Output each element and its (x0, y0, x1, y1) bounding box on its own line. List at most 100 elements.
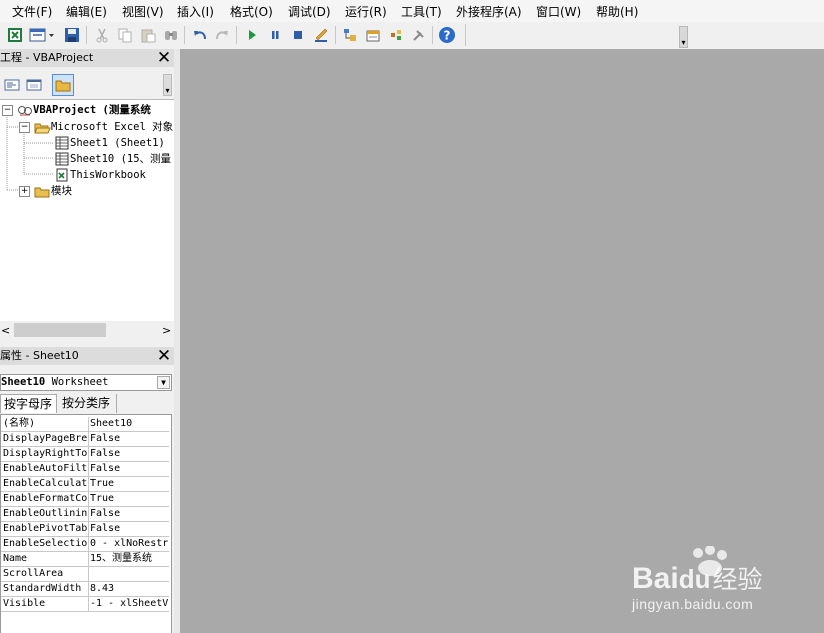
tree-item-modules[interactable]: + 模块 (19, 183, 72, 199)
object-selector[interactable]: Sheet10 Worksheet ▼ (0, 374, 172, 391)
toolbar-separator (184, 26, 185, 44)
properties-window-icon[interactable] (364, 26, 382, 44)
project-toolbar-grip[interactable]: ▾ (163, 74, 172, 96)
property-value[interactable]: -1 - xlSheetV (90, 597, 169, 611)
property-row[interactable]: Name 15、测量系统 (1, 552, 169, 567)
menu-view[interactable]: 视图(V) (122, 3, 164, 20)
property-row[interactable]: ScrollArea (1, 567, 169, 582)
property-value[interactable]: False (90, 507, 169, 521)
column-divider (88, 597, 89, 612)
property-row[interactable]: DisplayRightTo False (1, 447, 169, 462)
help-icon[interactable]: ? (438, 26, 456, 44)
cut-icon[interactable] (93, 26, 111, 44)
toolbar-separator (86, 26, 87, 44)
column-divider (88, 522, 89, 537)
column-divider (88, 552, 89, 567)
copy-icon[interactable] (116, 26, 134, 44)
property-value[interactable]: Sheet10 (90, 417, 169, 431)
view-object-icon[interactable] (25, 76, 43, 94)
property-value[interactable]: 0 - xlNoRestr (90, 537, 169, 551)
menu-addins[interactable]: 外接程序(A) (456, 3, 522, 20)
stop-icon[interactable] (289, 26, 307, 44)
toolbar-options-grip[interactable]: ▾ (679, 26, 688, 48)
object-browser-icon[interactable] (387, 26, 405, 44)
property-value[interactable]: True (90, 477, 169, 491)
toolbar-separator (236, 26, 237, 44)
property-value[interactable]: False (90, 522, 169, 536)
scroll-left-icon[interactable]: < (1, 324, 10, 337)
tab-alphabetic[interactable]: 按字母序 (0, 394, 57, 413)
project-pane-close-icon[interactable]: ✕ (156, 49, 172, 67)
property-value[interactable] (90, 567, 169, 581)
property-row[interactable]: DisplayPageBre False (1, 432, 169, 447)
property-row[interactable]: EnableSelectio 0 - xlNoRestr (1, 537, 169, 552)
find-icon[interactable] (162, 26, 180, 44)
tab-categorized[interactable]: 按分类序 (59, 394, 117, 413)
view-excel-icon[interactable] (6, 26, 24, 44)
property-row[interactable]: EnablePivotTab False (1, 522, 169, 537)
tree-label: 模块 (51, 185, 72, 197)
toolbox-icon[interactable] (410, 26, 428, 44)
expand-toggle[interactable]: + (19, 185, 30, 197)
property-value[interactable]: 8.43 (90, 582, 169, 596)
insert-userform-icon[interactable] (29, 26, 55, 44)
property-value[interactable]: False (90, 462, 169, 476)
menu-window[interactable]: 窗口(W) (536, 3, 581, 20)
property-row[interactable]: EnableOutlinin False (1, 507, 169, 522)
menu-insert[interactable]: 插入(I) (177, 3, 214, 20)
property-row[interactable]: Visible -1 - xlSheetV (1, 597, 169, 612)
property-row[interactable]: EnableCalculat True (1, 477, 169, 492)
tree-item-excel-objects[interactable]: − Microsoft Excel 对象 (19, 119, 173, 135)
view-code-icon[interactable] (3, 76, 21, 94)
property-value[interactable]: 15、测量系统 (90, 552, 169, 566)
project-horizontal-scrollbar[interactable]: < > (0, 321, 174, 339)
properties-pane-close-icon[interactable]: ✕ (156, 347, 172, 365)
menu-run[interactable]: 运行(R) (345, 3, 387, 20)
property-row[interactable]: EnableFormatCo True (1, 492, 169, 507)
paste-icon[interactable] (139, 26, 157, 44)
properties-tabs: 按字母序 按分类序 (0, 394, 174, 414)
properties-grid[interactable]: (名称) Sheet10 DisplayPageBre False DisplayR… (0, 414, 172, 633)
chevron-down-icon[interactable]: ▼ (157, 376, 170, 389)
pane-splitter[interactable] (174, 49, 180, 633)
tree-label: Sheet10 (15、测量 (70, 153, 172, 165)
vbaproject-icon (17, 104, 33, 116)
save-icon[interactable] (63, 26, 81, 44)
redo-icon[interactable] (213, 26, 231, 44)
property-row[interactable]: EnableAutoFilt False (1, 462, 169, 477)
tree-item-thisworkbook[interactable]: ThisWorkbook (54, 167, 146, 183)
property-name: Visible (3, 598, 46, 609)
menu-tools[interactable]: 工具(T) (401, 3, 442, 20)
tree-item-sheet1[interactable]: Sheet1 (Sheet1) (54, 135, 165, 151)
menu-file[interactable]: 文件(F) (12, 3, 52, 20)
project-explorer-icon[interactable] (341, 26, 359, 44)
scroll-thumb[interactable] (14, 323, 106, 337)
menu-debug[interactable]: 调试(D) (288, 3, 331, 20)
run-icon[interactable] (243, 26, 261, 44)
project-tree[interactable]: − VBAProject (测量系统 − Microsoft Excel 对象 Sh… (0, 99, 174, 322)
menu-bar: 文件(F) 编辑(E) 视图(V) 插入(I) 格式(O) 调试(D) 运行(R… (0, 0, 824, 22)
menu-edit[interactable]: 编辑(E) (66, 3, 107, 20)
property-name: DisplayPageBre (3, 433, 87, 444)
tree-item-sheet10[interactable]: Sheet10 (15、测量 (54, 151, 171, 167)
menu-format[interactable]: 格式(O) (230, 3, 273, 20)
scroll-right-icon[interactable]: > (162, 324, 171, 337)
collapse-toggle[interactable]: − (2, 104, 13, 116)
menu-help[interactable]: 帮助(H) (596, 3, 638, 20)
property-name: StandardWidth (3, 583, 82, 594)
collapse-toggle[interactable]: − (19, 121, 30, 133)
property-row[interactable]: (名称) Sheet10 (1, 417, 169, 432)
pause-icon[interactable] (266, 26, 284, 44)
property-value[interactable]: False (90, 432, 169, 446)
project-pane-title: 工程 - VBAProject ✕ (0, 49, 174, 67)
toggle-folders-icon[interactable] (52, 74, 74, 96)
undo-icon[interactable] (191, 26, 209, 44)
property-row[interactable]: StandardWidth 8.43 (1, 582, 169, 597)
open-folder-icon (34, 121, 51, 133)
property-value[interactable]: True (90, 492, 169, 506)
property-name: Name (3, 553, 28, 564)
design-mode-icon[interactable] (312, 26, 330, 44)
tree-item-vbaproject[interactable]: − VBAProject (测量系统 (2, 102, 151, 118)
property-value[interactable]: False (90, 447, 169, 461)
worksheet-icon (54, 136, 70, 150)
